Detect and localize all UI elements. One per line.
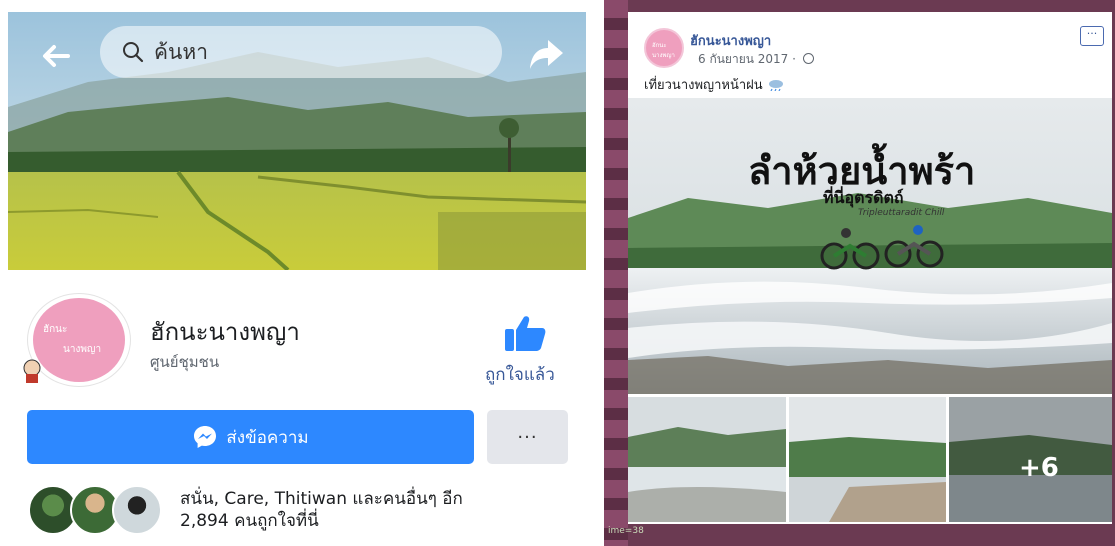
photo-thumbnail[interactable] (628, 397, 786, 522)
send-message-button[interactable]: ส่งข้อความ (27, 410, 474, 464)
send-message-label: ส่งข้อความ (226, 427, 309, 448)
back-arrow-icon[interactable] (38, 38, 74, 74)
post-text: เที่ยวนางพญาหน้าฝน (644, 74, 785, 95)
post-author-name[interactable]: ฮักนะนางพญา (690, 30, 771, 51)
search-bar[interactable]: ค้นหา (100, 26, 502, 78)
avatar-logo-line1: ฮักนะ (43, 324, 68, 335)
rain-cloud-icon (768, 80, 783, 91)
share-arrow-icon[interactable] (528, 36, 566, 72)
post-date[interactable]: 6 กันยายน 2017 · (698, 50, 814, 69)
messenger-icon (194, 426, 217, 448)
avatar-logo-line2: นางพญา (63, 344, 102, 355)
likes-summary-line2: 2,894 คนถูกใจที่นี่ (180, 511, 319, 531)
post-main-photo[interactable]: ลำห้วยน้ำพร้า ที่นี่อุตรดิตถ์ Tripleutta… (628, 98, 1112, 394)
friend-avatars (28, 485, 163, 535)
thumbs-up-icon[interactable] (503, 313, 547, 353)
mascot-face-icon (23, 359, 41, 383)
photo-script-text: Tripleuttaradit Chill (858, 208, 945, 218)
page-category: ศูนย์ชุมชน (150, 353, 220, 371)
globe-icon (802, 53, 814, 64)
page-profile-panel: ค้นหา ฮักนะ นางพญา ฮักนะนางพญา ศูนย์ชุมช… (0, 0, 596, 546)
search-label: ค้นหา (154, 39, 209, 64)
post-date-text: 6 กันยายน 2017 · (698, 52, 800, 66)
facebook-post-card: ฮักนะนางพญา ฮักนะนางพญา 6 กันยายน 2017 ·… (628, 12, 1112, 524)
photo-thumbnail[interactable] (789, 397, 946, 522)
post-panel: ฮักนะนางพญา ฮักนะนางพญา 6 กันยายน 2017 ·… (604, 0, 1115, 546)
post-text-content: เที่ยวนางพญาหน้าฝน (644, 78, 767, 93)
thumbnail-image (628, 397, 786, 522)
photo-thumbnail-more[interactable]: +6 (949, 397, 1112, 522)
screenshot-stage: ค้นหา ฮักนะ นางพญา ฮักนะนางพญา ศูนย์ชุมช… (0, 0, 1115, 546)
more-options-button[interactable]: ··· (487, 410, 568, 464)
page-title: ฮักนะนางพญา (150, 318, 300, 346)
search-icon (123, 42, 144, 63)
page-avatar[interactable]: ฮักนะ นางพญา (27, 293, 131, 387)
thumbnail-image (789, 397, 946, 522)
likes-summary-line1: สนั่น, Care, Thitiwan และคนอื่นๆ อีก (180, 489, 463, 509)
caption-fragment: ime=38 (608, 526, 644, 536)
background-strip (604, 0, 628, 546)
cover-photo: ค้นหา (8, 12, 586, 270)
likes-summary[interactable]: สนั่น, Care, Thitiwan และคนอื่นๆ อีก 2,8… (180, 488, 580, 532)
page-avatar-logo: ฮักนะ นางพญา (33, 298, 125, 382)
post-avatar-text: ฮักนะนางพญา (652, 42, 675, 59)
more-photos-count: +6 (1019, 453, 1059, 483)
friend-avatar (112, 485, 162, 535)
liked-label[interactable]: ถูกใจแล้ว (485, 361, 555, 388)
photo-thumbnails: +6 (628, 397, 1112, 522)
post-options-button[interactable]: ··· (1080, 26, 1104, 46)
post-author-avatar[interactable]: ฮักนะนางพญา (644, 28, 684, 68)
